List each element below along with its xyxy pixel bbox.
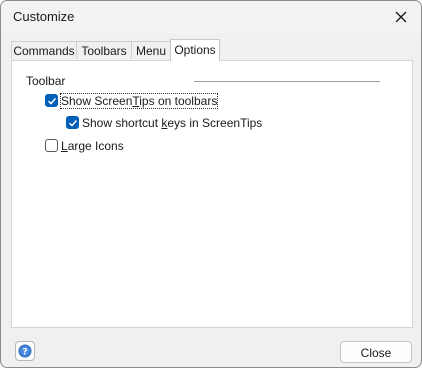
help-button[interactable]: ? xyxy=(15,341,35,361)
title-bar: Customize xyxy=(1,1,421,33)
tab-label: Toolbars xyxy=(81,44,127,58)
toolbar-group-label: Toolbar xyxy=(26,74,66,88)
close-window-button[interactable] xyxy=(389,5,413,29)
checkbox-label: Show ScreenTips on toolbars xyxy=(59,93,219,109)
svg-text:?: ? xyxy=(22,348,27,358)
checkbox-label: Large Icons xyxy=(61,139,124,153)
close-button-label: Close xyxy=(360,346,392,360)
help-question-icon: ? xyxy=(18,344,32,358)
tab-commands[interactable]: Commands xyxy=(11,41,77,59)
tab-label: Options xyxy=(174,43,216,57)
checkmark-icon xyxy=(68,119,78,127)
group-divider xyxy=(194,81,380,82)
checkbox-box[interactable] xyxy=(66,116,79,129)
close-button[interactable]: Close xyxy=(340,341,412,363)
tab-label: Menu xyxy=(135,44,167,58)
close-x-icon xyxy=(395,11,407,23)
checkbox-box[interactable] xyxy=(45,94,58,107)
tab-label: Commands xyxy=(13,44,75,58)
checkmark-icon xyxy=(47,97,57,105)
large-icons-checkbox[interactable]: Large Icons xyxy=(45,138,135,154)
checkbox-label: Show shortcut keys in ScreenTips xyxy=(82,116,263,130)
dialog-title: Customize xyxy=(13,9,75,24)
show-shortcut-keys-checkbox[interactable]: Show shortcut keys in ScreenTips xyxy=(66,115,262,131)
tab-toolbars[interactable]: Toolbars xyxy=(76,41,132,59)
tab-menu[interactable]: Menu xyxy=(131,41,171,59)
customize-dialog: Customize Commands Toolbars Menu Options… xyxy=(0,0,422,368)
tab-options[interactable]: Options xyxy=(170,39,220,61)
options-panel: Toolbar Show ScreenTips on toolbars Show… xyxy=(11,60,413,328)
show-screentips-checkbox[interactable]: Show ScreenTips on toolbars xyxy=(45,93,219,109)
checkbox-box[interactable] xyxy=(45,139,58,152)
